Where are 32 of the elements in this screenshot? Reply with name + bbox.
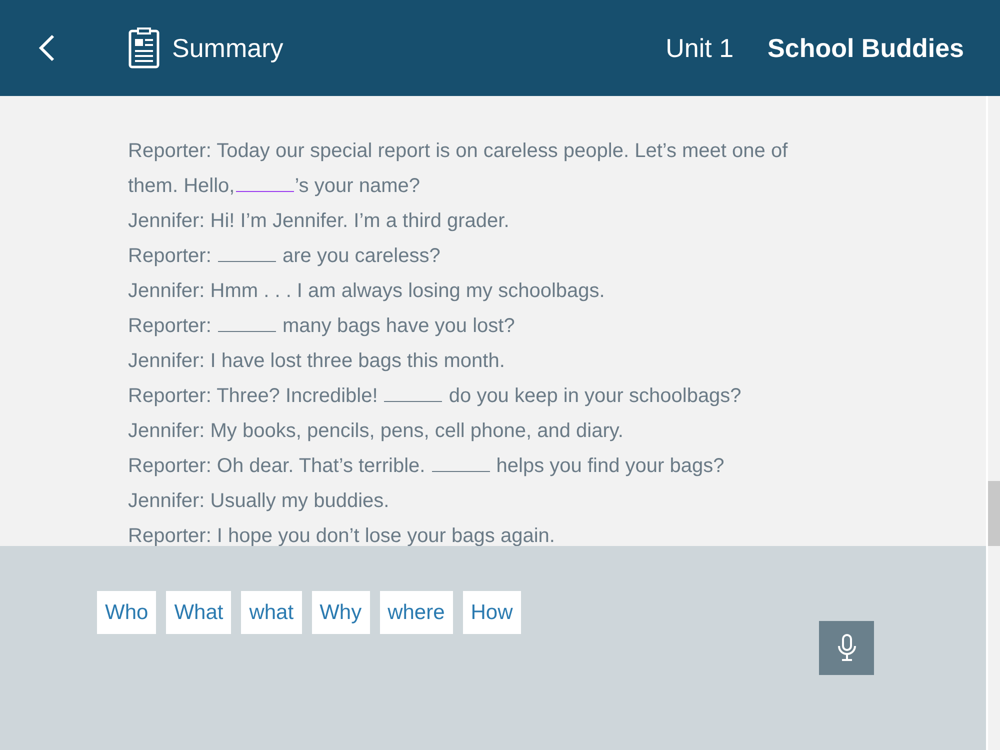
microphone-button[interactable] — [819, 621, 874, 675]
dialogue-text: Jennifer: Hmm . . . I am always losing my schoolbags. — [128, 279, 605, 304]
dialogue-text: Reporter: Three? Incredible! — [128, 384, 379, 409]
scroll-thumb[interactable] — [988, 481, 1000, 546]
word-chip[interactable]: where — [380, 591, 453, 634]
dialogue-text: Jennifer: Usually my buddies. — [128, 489, 390, 514]
microphone-icon — [836, 634, 856, 662]
lesson-title: School Buddies — [768, 32, 964, 64]
back-icon[interactable] — [38, 34, 56, 62]
word-chip[interactable]: How — [462, 591, 521, 634]
dialogue-text: helps you find your bags? — [495, 454, 724, 479]
page-title: Summary — [172, 32, 284, 64]
dialogue-text: Jennifer: Hi! I’m Jennifer. I’m a third grader. — [128, 209, 510, 234]
dialogue-text: Jennifer: I have lost three bags this month. — [128, 349, 505, 374]
dialogue-text: Reporter: Oh dear. That’s terrible. — [128, 454, 426, 479]
document-icon — [128, 27, 160, 69]
word-chip[interactable]: what — [241, 591, 302, 634]
scrollbar[interactable] — [986, 96, 1000, 750]
dialogue-text: ’s your name? — [294, 174, 420, 199]
dialogue-text: Reporter: — [128, 314, 212, 339]
word-chip[interactable]: What — [166, 591, 232, 634]
dialogue-text: Reporter: — [128, 244, 212, 269]
unit-label: Unit 1 — [666, 32, 734, 64]
dialogue-text: Reporter: I hope you don’t lose your bags again. — [128, 524, 555, 549]
dialogue-text: Jennifer: My books, pencils, pens, cell phone, and diary. — [128, 419, 624, 444]
dialogue-text: do you keep in your schoolbags? — [448, 384, 742, 409]
dialogue-text: many bags have you lost? — [281, 314, 515, 339]
dialogue-text: them. Hello, — [128, 174, 235, 199]
word-chip[interactable]: Who — [97, 591, 156, 634]
dialogue-text: are you careless? — [281, 244, 440, 269]
word-chip[interactable]: Why — [312, 591, 370, 634]
dialogue-text: Reporter: Today our special report is on careless people. Let’s meet one of — [128, 139, 788, 164]
